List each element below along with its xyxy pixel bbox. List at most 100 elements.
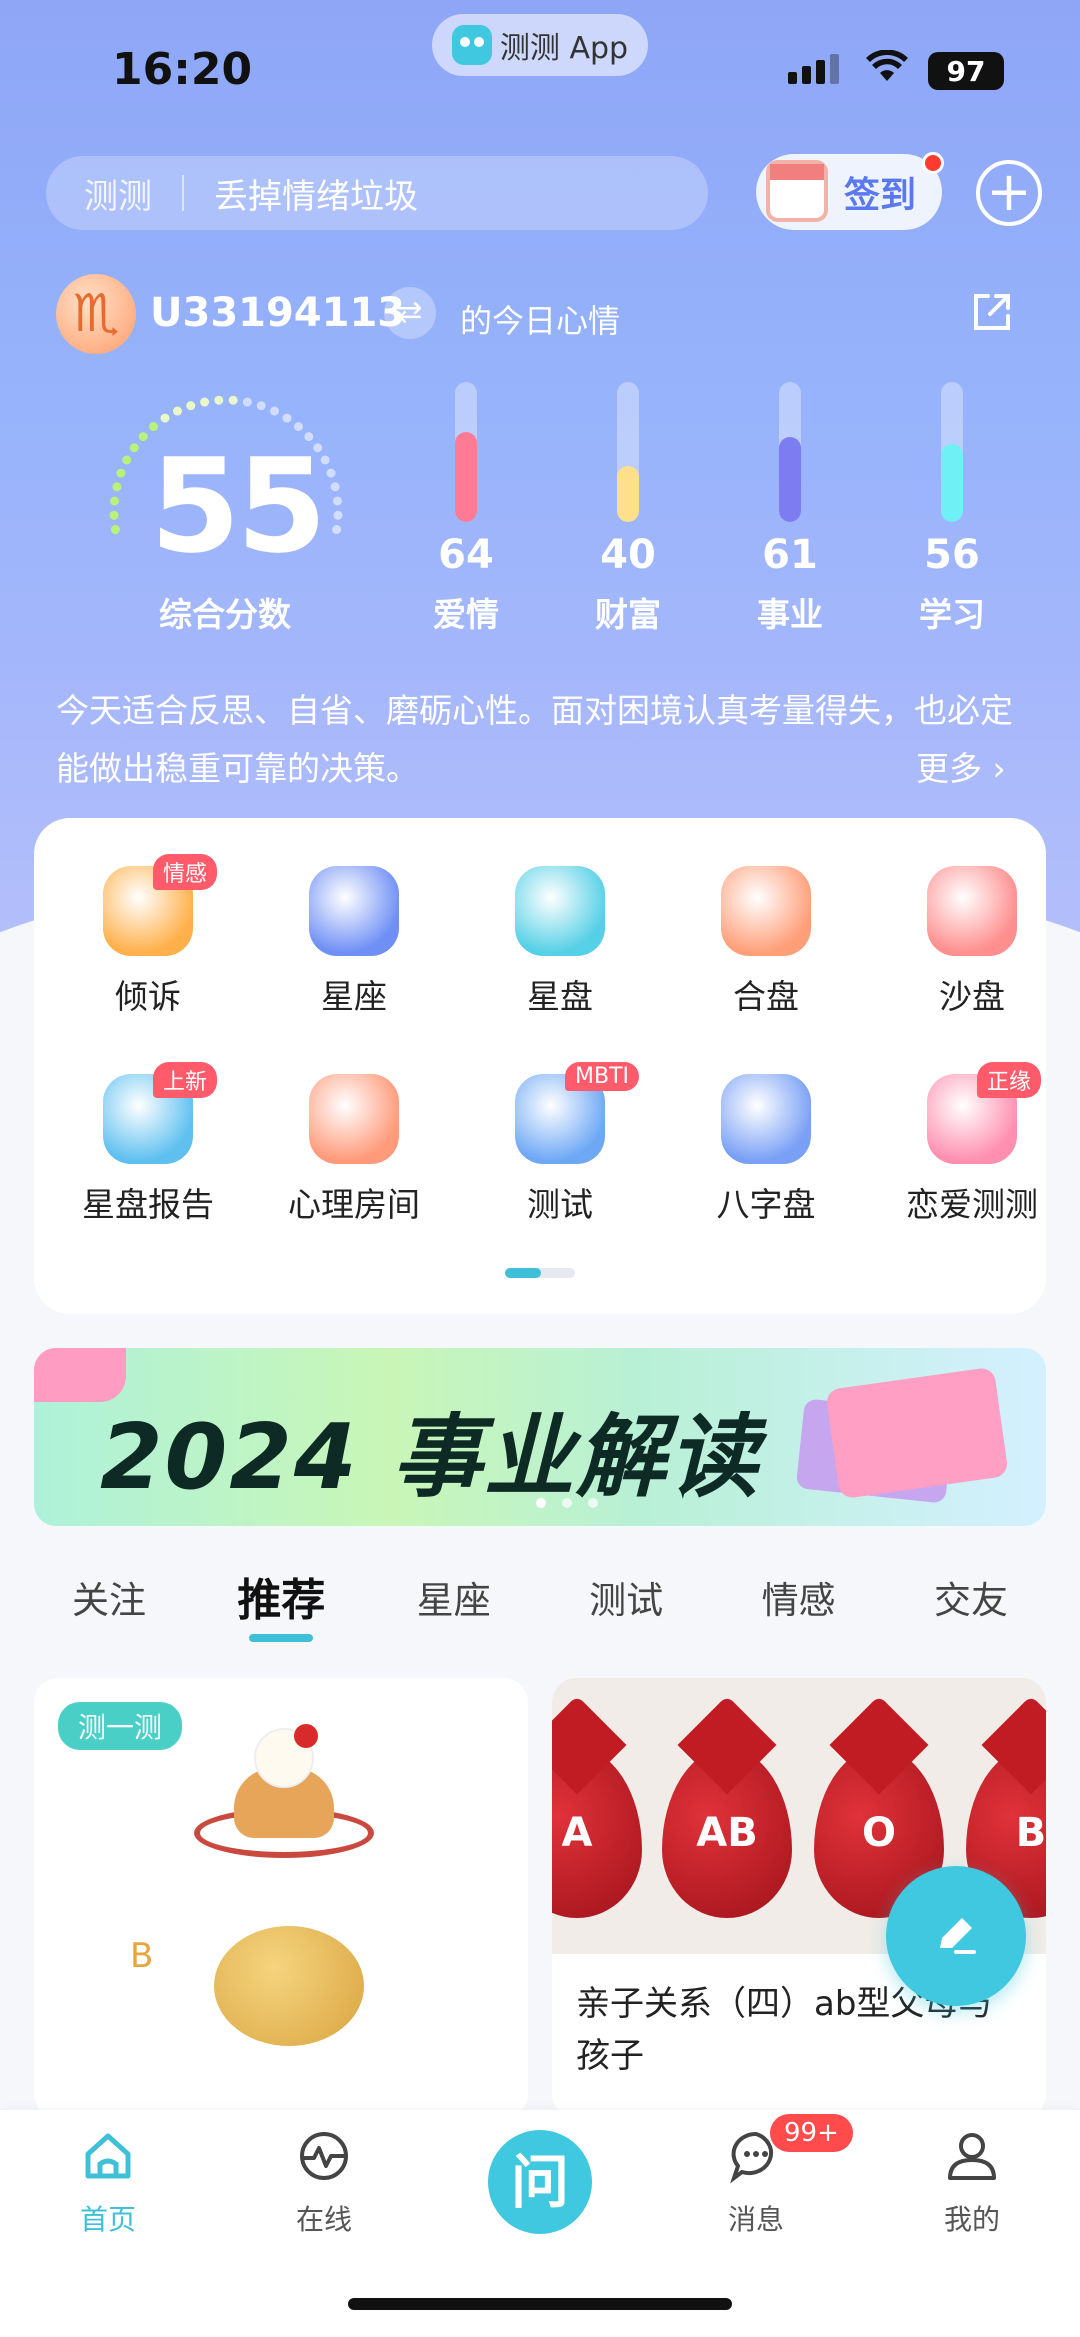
grid-item-heart-pulse[interactable]: 心理房间 [254, 1074, 454, 1226]
grid-label: 测试 [527, 1185, 593, 1224]
grid-label: 八字盘 [716, 1185, 816, 1224]
score-value: 55 [150, 430, 327, 582]
messages-badge: 99+ [770, 2114, 853, 2152]
dessert-image [194, 1724, 374, 1858]
grid-badge: MBTI [565, 1062, 640, 1091]
app-indicator-pill[interactable]: 测测 App [432, 14, 648, 76]
app-name: 测测 App [499, 31, 629, 66]
gauge-dot [256, 401, 266, 411]
more-link[interactable]: 更多 › [916, 742, 1006, 790]
gauge-dot [282, 413, 292, 423]
love-potion-icon: 正缘 [927, 1062, 1042, 1164]
grid-label: 星盘 [527, 977, 593, 1016]
ask-button[interactable]: 问 [488, 2130, 592, 2234]
grid-label: 心理房间 [288, 1185, 420, 1224]
grid-label: 恋爱测测 [906, 1185, 1038, 1224]
grid-item-chat-bubble[interactable]: 情感倾诉 [48, 854, 248, 1018]
nav-profile[interactable]: 我的 [902, 2126, 1042, 2238]
banner-pager [536, 1498, 598, 1508]
grid-item-report[interactable]: 上新 星盘报告 [48, 1062, 248, 1226]
grid-label: 合盘 [733, 977, 799, 1016]
gauge-dot [214, 395, 224, 405]
tab-1[interactable]: 推荐 [206, 1564, 356, 1644]
gauge-dot [332, 496, 342, 506]
pineapple-bun-image [214, 1926, 364, 2046]
user-id[interactable]: U33194113 [150, 290, 405, 336]
banner-title: 2024 事业解读 [100, 1405, 760, 1510]
gauge-dot [129, 443, 139, 453]
zodiac-avatar[interactable]: ♏ [56, 274, 136, 354]
gauge-dot [242, 397, 252, 407]
search-brand: 测测 [84, 176, 152, 217]
promo-banner[interactable]: 2024 事业解读 [34, 1348, 1046, 1526]
score-label: 综合分数 [159, 595, 291, 634]
add-button[interactable]: + [976, 160, 1042, 226]
gauge-dot [110, 525, 120, 535]
tab-4[interactable]: 情感 [724, 1570, 874, 1650]
gauge-dot [116, 468, 126, 478]
signal-icon [788, 54, 839, 84]
blood-type-label: A [561, 1810, 593, 1856]
grid-label: 倾诉 [115, 977, 181, 1016]
app-logo-icon [451, 25, 492, 65]
blood-type-label: B [1015, 1810, 1046, 1856]
double-heart-icon [721, 866, 811, 956]
tab-0[interactable]: 关注 [34, 1570, 184, 1650]
blood-type-label: O [861, 1810, 896, 1856]
metric-value: 64 [438, 532, 494, 578]
windmill-icon [927, 866, 1017, 956]
gauge-dot [122, 455, 132, 465]
hexagram-icon [515, 866, 605, 956]
grid-item-windmill[interactable]: 沙盘 [872, 866, 1072, 1018]
grid-label: 星座 [321, 977, 387, 1016]
grid-item-double-heart[interactable]: 合盘 [666, 866, 866, 1018]
nav-profile-label: 我的 [943, 2203, 1000, 2236]
metric-value: 56 [924, 532, 980, 578]
metric-label: 财富 [595, 595, 661, 634]
grid-label: 沙盘 [939, 977, 1005, 1016]
nav-home[interactable]: 首页 [38, 2126, 178, 2238]
grid-badge: 情感 [153, 854, 218, 890]
feature-grid: 情感 倾诉 星座 星盘 合盘 沙盘 上新 星盘报告 心理房间 MBTI 测试 八字盘 正缘 恋爱测测 [34, 818, 1046, 1314]
star-icon [309, 866, 399, 956]
grid-badge: 正缘 [977, 1062, 1042, 1098]
nav-online[interactable]: 在线 [254, 2126, 394, 2238]
search-divider [182, 175, 184, 211]
bagua-icon [721, 1074, 811, 1164]
nav-home-label: 首页 [79, 2203, 136, 2236]
grid-item-love-potion[interactable]: 正缘恋爱测测 [872, 1062, 1072, 1226]
feed-tabs: 关注 推荐 星座 测试 情感 交友 [34, 1570, 1046, 1650]
more-label: 更多 [916, 749, 982, 788]
heart-pulse-icon [309, 1074, 399, 1164]
gauge-dot [186, 401, 196, 411]
grid-item-star[interactable]: 星座 [254, 866, 454, 1018]
tab-5[interactable]: 交友 [896, 1570, 1046, 1650]
search-bar[interactable]: 测测 丢掉情绪垃圾 [46, 156, 708, 230]
share-icon[interactable] [970, 290, 1014, 344]
swap-icon[interactable]: ⇄ [384, 287, 436, 339]
metric-bar-fill [779, 436, 801, 522]
tab-2[interactable]: 星座 [379, 1570, 529, 1650]
chat-bubble-icon: 情感 [103, 854, 218, 956]
wifi-icon [866, 49, 908, 93]
tab-3[interactable]: 测试 [551, 1570, 701, 1650]
gauge-dot [160, 413, 170, 423]
grid-item-hexagram[interactable]: 星盘 [460, 866, 660, 1018]
today-mood-label: 的今日心情 [460, 302, 621, 340]
gauge-dot [332, 525, 342, 535]
blood-drop: A [552, 1748, 642, 1918]
report-icon: 上新 [103, 1062, 218, 1164]
metric-value: 61 [762, 532, 818, 578]
feed-card-quiz[interactable]: 测一测 B [34, 1678, 528, 2118]
grid-item-test[interactable]: MBTI 测试 [460, 1062, 660, 1226]
home-icon [85, 2133, 131, 2179]
gauge-dot [228, 395, 238, 405]
grid-badge: 上新 [153, 1062, 218, 1098]
metric-value: 40 [600, 532, 656, 578]
compose-button[interactable] [886, 1866, 1026, 2006]
signin-button[interactable]: 签到 [756, 152, 944, 230]
metric-bar [779, 382, 801, 522]
grid-item-bagua[interactable]: 八字盘 [666, 1074, 866, 1226]
metric-bar-fill [455, 432, 477, 522]
quiz-tag: 测一测 [58, 1702, 183, 1750]
